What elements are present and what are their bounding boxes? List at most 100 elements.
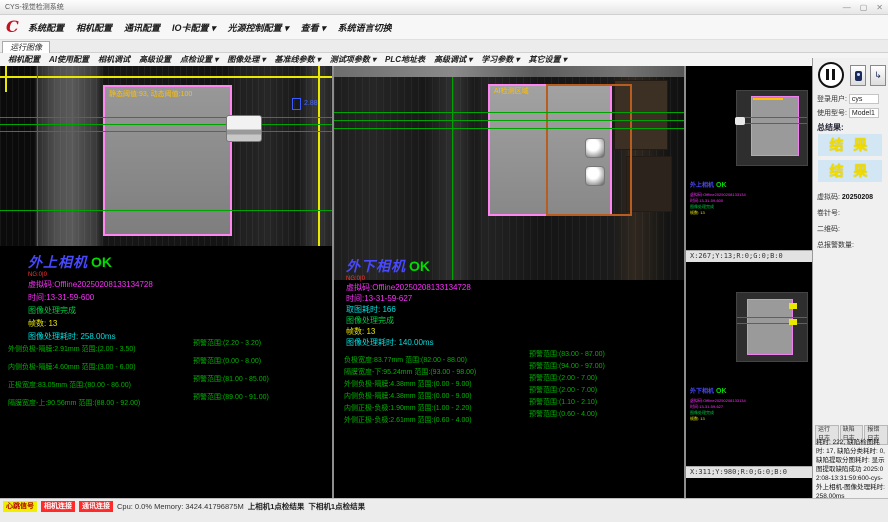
title-bar: CYS-视觉检测系统 — ▢ ✕ [0,0,888,15]
ai-detect-region-label: AI检测区域 [494,86,529,96]
main-stage: 静态阈值:93, 动态阈值:100 2.88 外上相机OK NG:0|0 虚拟码… [0,66,888,498]
reflective-part [585,138,605,158]
tool-learning-params[interactable]: 学习参数 ▾ [481,54,519,65]
menu-system-config[interactable]: 系统配置 [28,21,64,34]
tool-test-params[interactable]: 测试项参数 ▾ [330,54,376,65]
measure-green-line [737,317,807,318]
comm-connection-badge: 通讯连接 [79,501,113,512]
threshold-mini-mark [753,98,783,100]
sidebar: ↳ 登录用户: cys 使用型号: Model1 总结果: 结 果 结 果 虚拟… [812,58,888,498]
tool-baseline-params[interactable]: 基准线参数 ▾ [275,54,321,65]
preview-camera-title: 外下相机 [690,389,714,395]
log-output[interactable]: 耗时: 222, 缺陷检图耗时: 17, 缺陷分类耗时: 0, 缺陷提取分图耗时… [816,438,887,501]
menu-light-config[interactable]: 光源控制配置 ▾ [228,21,289,34]
preview-line: 帧数: 13 [690,416,746,422]
model-value[interactable]: Model1 [849,108,879,118]
login-user-value[interactable]: cys [849,94,879,104]
alarm-count-label: 总报警数量: [817,240,854,250]
machine-part [626,156,672,212]
point-marker-label: 2.88 [304,100,318,107]
preview-panel-top[interactable]: 外上相机OK 虚拟码:Offline20250208133134728 时间:1… [686,74,812,262]
measurement-row: 负极宽度:83.77mm 范围:(82.00 - 88.00) 预警范围:(83… [344,349,476,361]
tool-ai-config[interactable]: AI使用配置 [49,54,89,65]
right-camera-view[interactable]: AI检测区域 [334,66,684,280]
measure-green-line [737,117,807,118]
tool-camera-config[interactable]: 相机配置 [8,54,40,65]
measure-green-line [334,112,684,113]
tool-spotcheck-settings[interactable]: 点检设置 ▾ [180,54,218,65]
measurement-row: 隔膜宽度-上:90.56mm 范围:(88.00 - 92.00) 预警范围:(… [8,392,140,410]
measure-green-line [0,131,332,132]
preview-panel-bottom[interactable]: 外下相机OK 虚拟码:Offline20250208133134728 时间:1… [686,268,812,478]
right-grab-time: 取图耗时: 166 [346,304,471,315]
measure-green-line [0,124,332,125]
preview-line: 帧数: 13 [690,210,746,216]
measurement-warn: 预警范围:(2.00 - 7.00) [529,385,597,395]
menu-camera-config[interactable]: 相机配置 [76,21,112,34]
menu-bar: C 系统配置 相机配置 通讯配置 IO卡配置 ▾ 光源控制配置 ▾ 查看 ▾ 系… [0,15,888,40]
camera-connection-badge: 相机连接 [41,501,75,512]
measurement-row: 内侧正极-负极:1.90mm 范围:(1.00 - 2.20) 预警范围:(1.… [344,397,476,409]
left-virtual-code: 虚拟码:Offline20250208133134728 [28,278,153,291]
tool-other-settings[interactable]: 其它设置 ▾ [529,54,567,65]
left-result-block: 外上相机OK NG:0|0 虚拟码:Offline202502081331347… [28,252,153,343]
measurement-warn: 预警范围:(2.20 - 3.20) [193,338,261,348]
measurement-row: 外侧正极-负极:2.61mm 范围:(0.60 - 4.00) 预警范围:(0.… [344,409,476,421]
measurement-value: 正极宽度:83.05mm 范围:(80.00 - 86.00) [8,382,131,389]
top-camera-check-link[interactable]: 上相机1点检结果 [248,501,305,512]
menu-io-config[interactable]: IO卡配置 ▾ [172,21,216,34]
measurement-warn: 预警范围:(1.10 - 2.10) [529,397,597,407]
toolbar: 相机配置 AI使用配置 相机调试 高级设置 点检设置 ▾ 图像处理 ▾ 基准线参… [0,53,888,66]
tool-plc-table[interactable]: PLC地址表 [385,54,425,65]
left-camera-status: OK [91,254,112,270]
right-camera-panel: AI检测区域 外下相机OK NG:0|0 虚拟码:Offline20250208… [334,66,684,480]
menu-view[interactable]: 查看 ▾ [301,21,326,34]
right-frame-count: 帧数: 13 [346,326,471,337]
heartbeat-status-badge: 心跳信号 [3,501,37,512]
measurement-value: 隔膜宽度-上:90.56mm 范围:(88.00 - 92.00) [8,400,140,407]
menu-language[interactable]: 系统语言切换 [338,21,392,34]
return-arrow-icon: ↳ [874,70,882,80]
minimize-button[interactable]: — [843,0,851,15]
clip-mini [735,117,745,125]
measurement-warn: 预警范围:(89.00 - 91.00) [193,392,269,402]
measurement-row: 内侧负极-隔膜:4.60mm 范围:(3.00 - 6.00) 预警范围:(0.… [8,356,140,374]
measurement-row: 隔膜宽度-下:95.24mm 范围:(93.00 - 98.00) 预警范围:(… [344,361,476,373]
preview-object [747,299,793,355]
app-window: CYS-视觉检测系统 — ▢ ✕ C 系统配置 相机配置 通讯配置 IO卡配置 … [0,0,888,522]
right-camera-status: OK [409,258,430,274]
right-process-done: 图像处理完成 [346,315,471,326]
measurement-value: 外侧正极-负极:2.61mm 范围:(0.60 - 4.00) [344,417,472,424]
menu-comm-config[interactable]: 通讯配置 [124,21,160,34]
close-button[interactable]: ✕ [876,0,883,15]
snapshot-button[interactable] [850,65,866,86]
bottom-camera-check-link[interactable]: 下相机1点检结果 [308,501,365,512]
pause-button[interactable] [818,62,844,88]
gripper-clip-shape [226,115,262,142]
right-result-block: 外下相机OK NG:0|0 虚拟码:Offline202502081331347… [346,256,471,348]
tool-camera-debug[interactable]: 相机调试 [98,54,130,65]
preview-bottom-result-block: 外下相机OK 虚拟码:Offline20250208133134728 时间:1… [690,380,746,422]
preview-camera-title: 外上相机 [690,183,714,189]
tool-image-processing[interactable]: 图像处理 ▾ [227,54,265,65]
tool-advanced-settings[interactable]: 高级设置 [139,54,171,65]
baseline-yellow-vline-right [318,66,320,246]
maximize-button[interactable]: ▢ [860,0,868,15]
measurement-warn: 预警范围:(2.00 - 7.00) [529,373,597,383]
left-camera-view[interactable]: 静态阈值:93, 动态阈值:100 2.88 [0,66,332,246]
right-virtual-code: 虚拟码:Offline20250208133134728 [346,282,471,293]
left-measurements: 外侧负极-隔膜:2.91mm 范围:(2.00 - 3.50) 预警范围:(2.… [8,338,140,410]
measurement-value: 外侧负极-隔膜:2.91mm 范围:(2.00 - 3.50) [8,346,136,353]
camera-icon [855,71,862,81]
winding-pin-label: 卷针号: [817,208,840,218]
preview-object [751,96,799,156]
cpu-memory-readout: Cpu: 0.0% Memory: 3424.41796875M [117,502,244,511]
left-timestamp: 时间:13-31-59-600 [28,291,153,304]
baseline-yellow-vline-left [5,66,7,92]
measurement-warn: 预警范围:(0.60 - 4.00) [529,409,597,419]
return-button[interactable]: ↳ [870,65,886,86]
tool-advanced-debug[interactable]: 高级调试 ▾ [434,54,472,65]
preview-top-coordinate-bar: X:267;Y:13;R:0;G:0;B:0 [686,250,812,262]
preview-bottom-image [736,292,808,362]
tab-run-image[interactable]: 运行图像 [2,41,50,53]
